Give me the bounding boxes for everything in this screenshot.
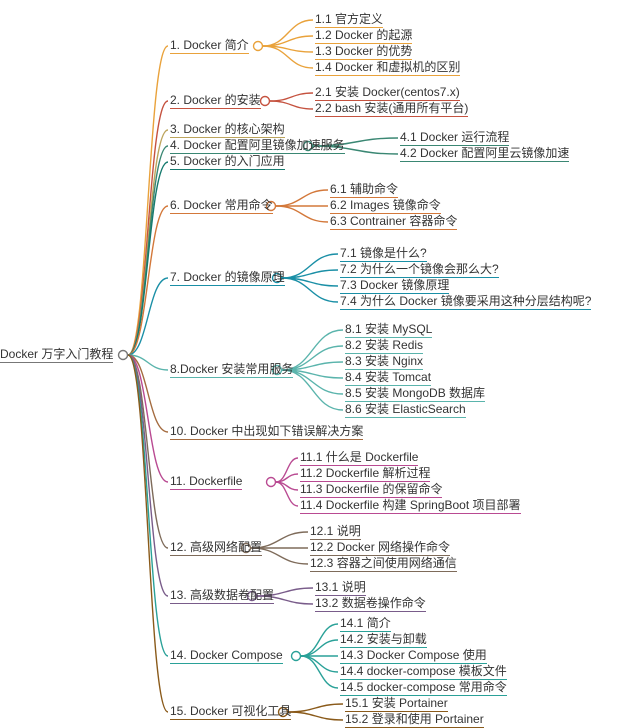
leaf-6-2: 7.3 Docker 镜像原理 [340, 278, 449, 294]
leaf-6-0: 7.1 镜像是什么? [340, 246, 427, 262]
leaf-9-0: 11.1 什么是 Dockerfile [300, 450, 418, 466]
leaf-1-0: 2.1 安装 Docker(centos7.x) [315, 85, 460, 101]
branch-1: 2. Docker 的安装 [170, 93, 261, 109]
leaf-7-0: 8.1 安装 MySQL [345, 322, 432, 338]
branch-4: 5. Docker 的入门应用 [170, 154, 285, 170]
leaf-13-0: 15.1 安装 Portainer [345, 696, 448, 712]
branch-0: 1. Docker 简介 [170, 38, 249, 54]
leaf-3-0: 4.1 Docker 运行流程 [400, 130, 509, 146]
leaf-9-2: 11.3 Dockerfile 的保留命令 [300, 482, 442, 498]
branch-12: 14. Docker Compose [170, 648, 283, 664]
branch-3: 4. Docker 配置阿里镜像加速服务 [170, 138, 345, 154]
leaf-7-3: 8.4 安装 Tomcat [345, 370, 431, 386]
leaf-12-2: 14.3 Docker Compose 使用 [340, 648, 487, 664]
branch-2: 3. Docker 的核心架构 [170, 122, 285, 138]
leaf-3-1: 4.2 Docker 配置阿里云镜像加速 [400, 146, 569, 162]
leaf-9-3: 11.4 Dockerfile 构建 SpringBoot 项目部署 [300, 498, 521, 514]
branch-10: 12. 高级网络配置 [170, 540, 262, 556]
branch-6: 7. Docker 的镜像原理 [170, 270, 285, 286]
leaf-0-1: 1.2 Docker 的起源 [315, 28, 412, 44]
leaf-11-1: 13.2 数据卷操作命令 [315, 596, 426, 612]
leaf-9-1: 11.2 Dockerfile 解析过程 [300, 466, 430, 482]
leaf-0-0: 1.1 官方定义 [315, 12, 383, 28]
branch-7: 8.Docker 安装常用服务 [170, 362, 293, 378]
leaf-6-1: 7.2 为什么一个镜像会那么大? [340, 262, 499, 278]
leaf-12-0: 14.1 简介 [340, 616, 391, 632]
leaf-7-2: 8.3 安装 Nginx [345, 354, 423, 370]
leaf-6-3: 7.4 为什么 Docker 镜像要采用这种分层结构呢? [340, 294, 591, 310]
leaf-1-1: 2.2 bash 安装(通用所有平台) [315, 101, 468, 117]
leaf-5-1: 6.2 Images 镜像命令 [330, 198, 441, 214]
branch-11: 13. 高级数据卷配置 [170, 588, 274, 604]
leaf-10-1: 12.2 Docker 网络操作命令 [310, 540, 450, 556]
branch-13: 15. Docker 可视化工具 [170, 704, 291, 720]
branch-5: 6. Docker 常用命令 [170, 198, 273, 214]
root-node: Docker 万字入门教程 [0, 347, 113, 363]
leaf-7-5: 8.6 安装 ElasticSearch [345, 402, 466, 418]
leaf-7-1: 8.2 安装 Redis [345, 338, 423, 354]
leaf-12-4: 14.5 docker-compose 常用命令 [340, 680, 507, 696]
leaf-12-3: 14.4 docker-compose 模板文件 [340, 664, 507, 680]
leaf-5-2: 6.3 Contrainer 容器命令 [330, 214, 457, 230]
branch-9: 11. Dockerfile [170, 474, 242, 490]
leaf-10-0: 12.1 说明 [310, 524, 361, 540]
leaf-12-1: 14.2 安装与卸载 [340, 632, 427, 648]
leaf-11-0: 13.1 说明 [315, 580, 366, 596]
leaf-0-3: 1.4 Docker 和虚拟机的区别 [315, 60, 460, 76]
leaf-0-2: 1.3 Docker 的优势 [315, 44, 412, 60]
leaf-10-2: 12.3 容器之间使用网络通信 [310, 556, 457, 572]
branch-8: 10. Docker 中出现如下错误解决方案 [170, 424, 363, 440]
leaf-5-0: 6.1 辅助命令 [330, 182, 398, 198]
leaf-13-1: 15.2 登录和使用 Portainer [345, 712, 484, 728]
leaf-7-4: 8.5 安装 MongoDB 数据库 [345, 386, 485, 402]
